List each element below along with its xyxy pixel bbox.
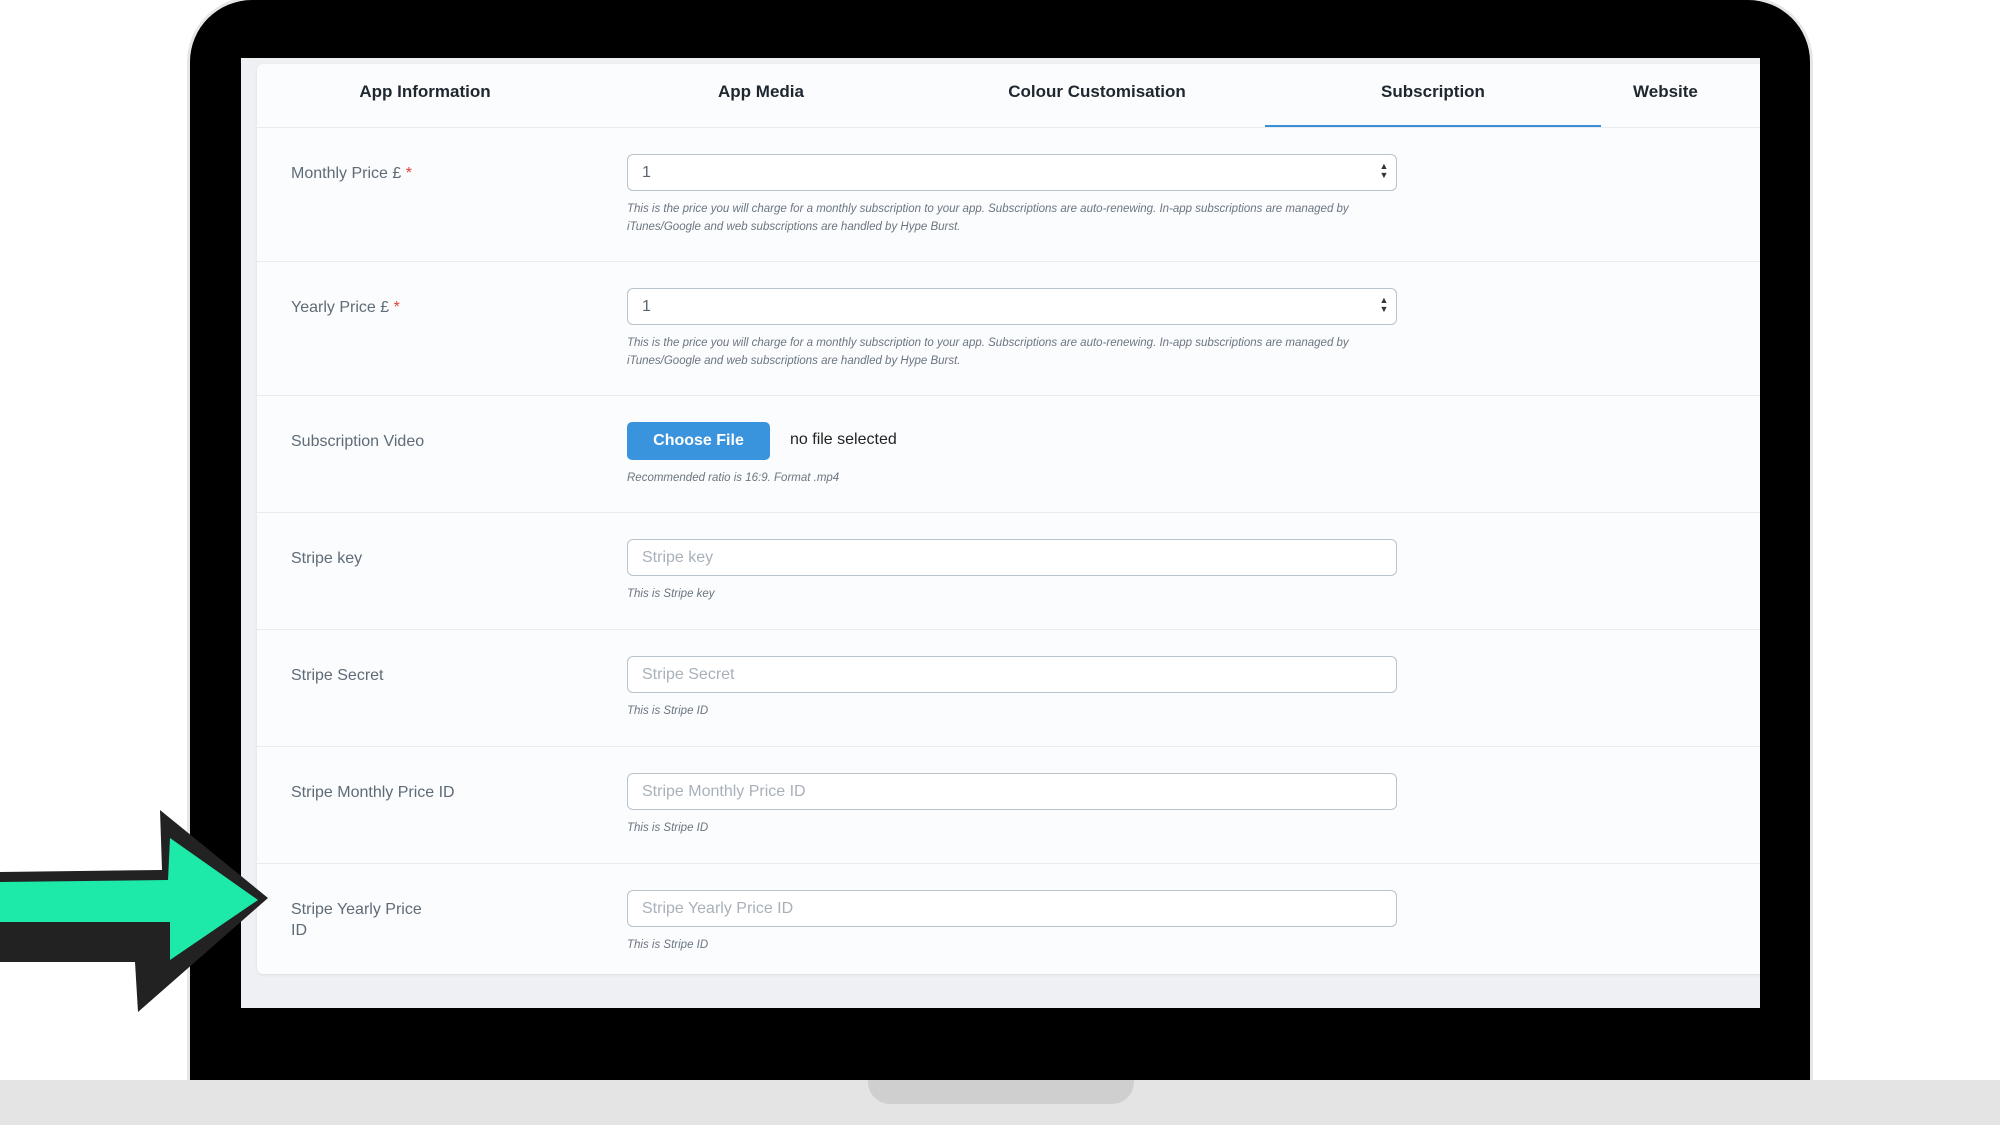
number-spinner-icon[interactable]: ▲ ▼ — [1378, 162, 1390, 182]
tab-subscription[interactable]: Subscription — [1265, 64, 1601, 127]
tab-colour-customisation[interactable]: Colour Customisation — [929, 64, 1265, 127]
laptop-notch — [868, 1080, 1134, 1104]
form-row-yearly-price: Yearly Price £ * ▲▼ This is the price yo… — [257, 262, 1760, 396]
stripe-monthly-price-id-help: This is Stripe ID — [627, 822, 709, 834]
stripe-key-label: Stripe key — [291, 550, 363, 567]
stripe-yearly-price-id-input[interactable] — [627, 890, 1397, 927]
subscription-video-label: Subscription Video — [291, 433, 425, 450]
screen: App Information App Media Colour Customi… — [241, 58, 1760, 1008]
tab-bar: App Information App Media Colour Customi… — [257, 64, 1760, 128]
form-row-stripe-monthly-price-id: Stripe Monthly Price ID This is Stripe I… — [257, 747, 1760, 864]
yearly-price-input[interactable] — [627, 288, 1397, 325]
pointer-arrow-icon — [0, 810, 268, 1012]
stripe-secret-help: This is Stripe ID — [627, 705, 709, 717]
form-row-stripe-secret: Stripe Secret This is Stripe ID — [257, 630, 1760, 747]
tab-app-media[interactable]: App Media — [593, 64, 929, 127]
stripe-yearly-price-id-label: Stripe Yearly Price ID — [291, 901, 422, 939]
stripe-yearly-price-id-help: This is Stripe ID — [627, 939, 709, 951]
choose-file-button[interactable]: Choose File — [627, 422, 770, 460]
tab-app-information[interactable]: App Information — [257, 64, 593, 127]
stripe-key-input[interactable] — [627, 539, 1397, 576]
required-marker: * — [393, 299, 400, 316]
settings-card: App Information App Media Colour Customi… — [257, 64, 1760, 974]
stripe-secret-label: Stripe Secret — [291, 667, 384, 684]
stripe-secret-input[interactable] — [627, 656, 1397, 693]
required-marker: * — [405, 165, 412, 182]
form-row-stripe-yearly-price-id: Stripe Yearly Price ID This is Stripe ID — [257, 864, 1760, 973]
form-row-monthly-price: Monthly Price £ * ▲▼ This is the price y… — [257, 128, 1760, 262]
monthly-price-label: Monthly Price £ * — [291, 165, 412, 182]
tab-website[interactable]: Website — [1601, 64, 1760, 127]
stripe-monthly-price-id-input[interactable] — [627, 773, 1397, 810]
file-status-text: no file selected — [790, 431, 897, 448]
yearly-price-label: Yearly Price £ * — [291, 299, 400, 316]
subscription-video-help: Recommended ratio is 16:9. Format .mp4 — [627, 472, 840, 484]
number-spinner-icon[interactable]: ▲ ▼ — [1378, 296, 1390, 316]
monthly-price-input[interactable] — [627, 154, 1397, 191]
stripe-monthly-price-id-label: Stripe Monthly Price ID — [291, 784, 455, 801]
form-row-stripe-key: Stripe key This is Stripe key — [257, 513, 1760, 630]
monthly-price-help: This is the price you will charge for a … — [627, 203, 1349, 233]
stripe-key-help: This is Stripe key — [627, 588, 715, 600]
yearly-price-help: This is the price you will charge for a … — [627, 337, 1349, 367]
form-row-subscription-video: Subscription Video Choose File no file s… — [257, 396, 1760, 513]
